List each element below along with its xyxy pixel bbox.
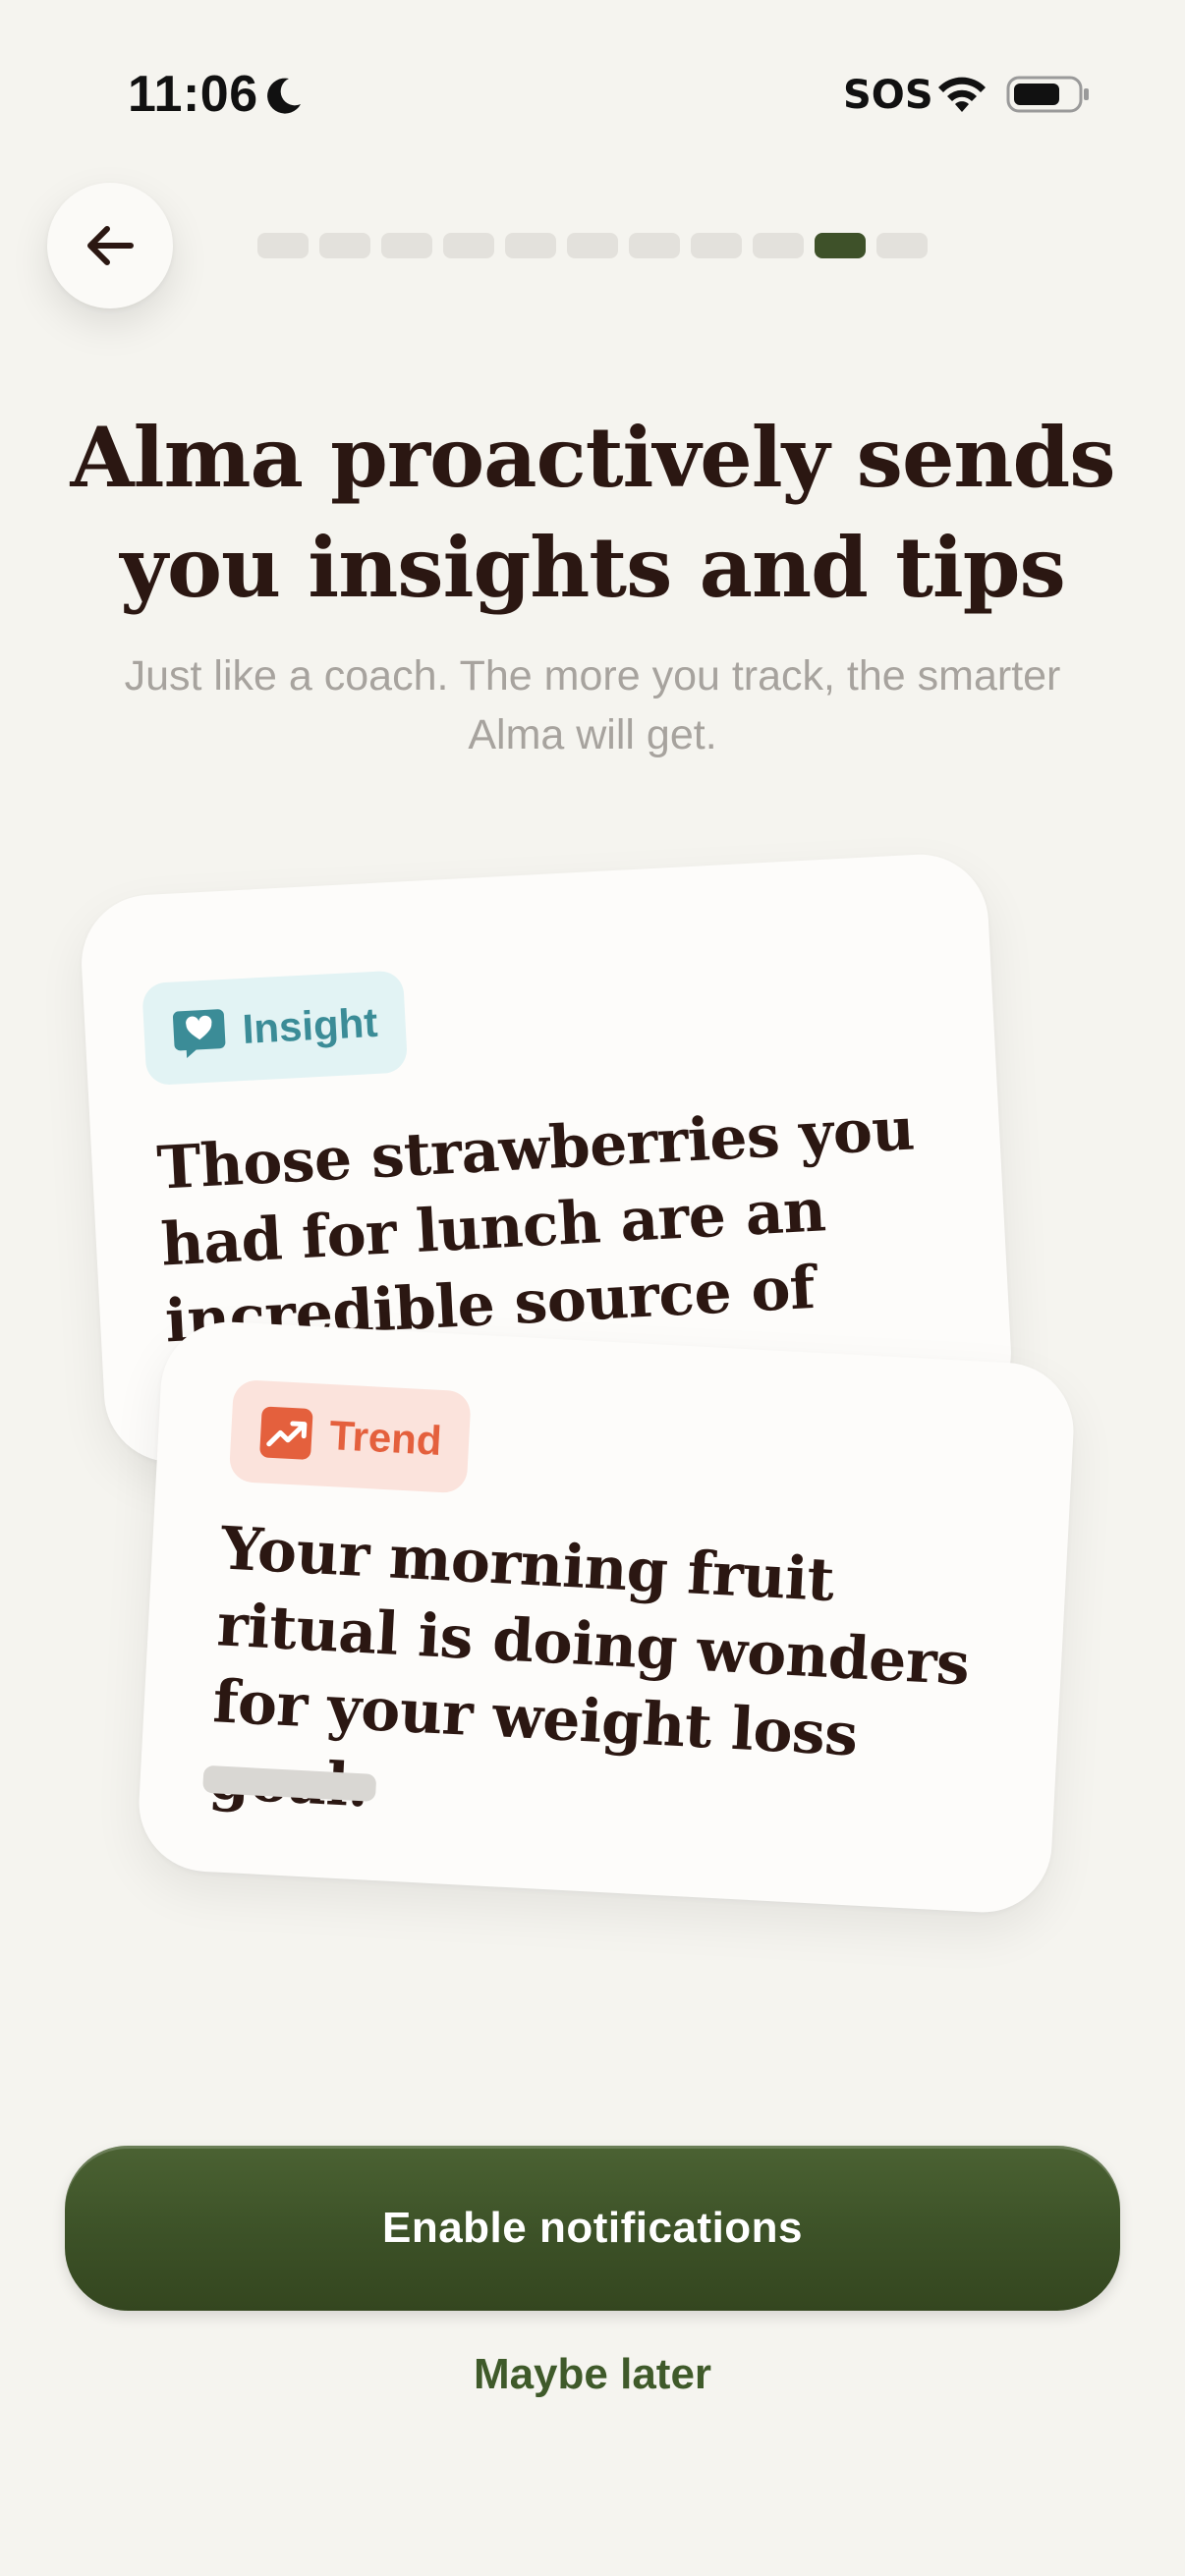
progress-step-active <box>815 233 866 258</box>
progress-step <box>567 233 618 258</box>
progress-indicator <box>257 233 928 258</box>
trend-tag: Trend <box>228 1378 473 1494</box>
status-bar: 11:06 SOS <box>0 0 1185 187</box>
moon-icon <box>267 78 301 114</box>
trend-tag-label: Trend <box>328 1412 443 1464</box>
insight-tag-label: Insight <box>241 998 379 1052</box>
arrow-left-icon <box>87 226 134 265</box>
progress-step <box>691 233 742 258</box>
progress-step <box>381 233 432 258</box>
insight-tag: Insight <box>141 970 408 1087</box>
wifi-icon <box>938 77 986 112</box>
progress-step <box>319 233 370 258</box>
progress-step <box>443 233 494 258</box>
page-title: Alma proactively sends you insights and … <box>70 409 1116 616</box>
progress-step <box>629 233 680 258</box>
progress-step <box>876 233 928 258</box>
progress-step <box>257 233 309 258</box>
progress-step <box>505 233 556 258</box>
battery-icon <box>1006 76 1089 113</box>
trend-card: Trend Your morning fruit ritual is doing… <box>135 1318 1078 1916</box>
page-subtitle: Just like a coach. The more you track, t… <box>124 652 1061 758</box>
maybe-later-link[interactable]: Maybe later <box>0 2350 1185 2399</box>
trend-text: Your morning fruit ritual is doing wonde… <box>207 1514 972 1820</box>
heart-chat-icon <box>172 1009 226 1059</box>
back-button[interactable] <box>47 183 173 308</box>
enable-notifications-button[interactable]: Enable notifications <box>65 2146 1120 2311</box>
progress-step <box>753 233 804 258</box>
status-time: 11:06 <box>128 66 258 123</box>
trend-up-icon <box>259 1406 313 1460</box>
sos-label: SOS <box>843 73 933 118</box>
